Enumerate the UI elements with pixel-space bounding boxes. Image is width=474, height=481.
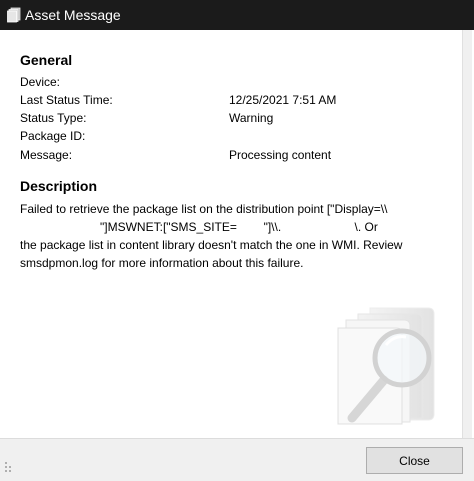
package-id-label: Package ID: xyxy=(20,129,86,143)
last-status-time-value: 12/25/2021 7:51 AM xyxy=(229,93,337,107)
dialog-footer: Close xyxy=(0,438,474,481)
close-button[interactable]: Close xyxy=(366,447,463,474)
message-content: General Device: Last Status Time: 12/25/… xyxy=(2,30,472,438)
window-title: Asset Message xyxy=(25,7,121,23)
asset-message-window: Asset Message General Device: Last Statu… xyxy=(0,0,474,481)
message-value: Processing content xyxy=(229,148,332,162)
description-heading: Description xyxy=(20,178,98,194)
device-label: Device: xyxy=(20,75,61,89)
description-text[interactable]: Failed to retrieve the package list on t… xyxy=(20,200,450,272)
general-heading: General xyxy=(20,52,73,68)
last-status-time-label: Last Status Time: xyxy=(20,93,113,107)
status-type-value: Warning xyxy=(229,111,274,125)
message-label: Message: xyxy=(20,148,73,162)
vertical-scrollbar[interactable] xyxy=(462,30,472,438)
magnifier-documents-icon xyxy=(337,307,435,425)
title-bar[interactable]: Asset Message xyxy=(0,0,474,30)
document-stack-icon xyxy=(7,7,21,23)
status-type-label: Status Type: xyxy=(20,111,87,125)
resize-grip-icon[interactable] xyxy=(4,460,12,474)
